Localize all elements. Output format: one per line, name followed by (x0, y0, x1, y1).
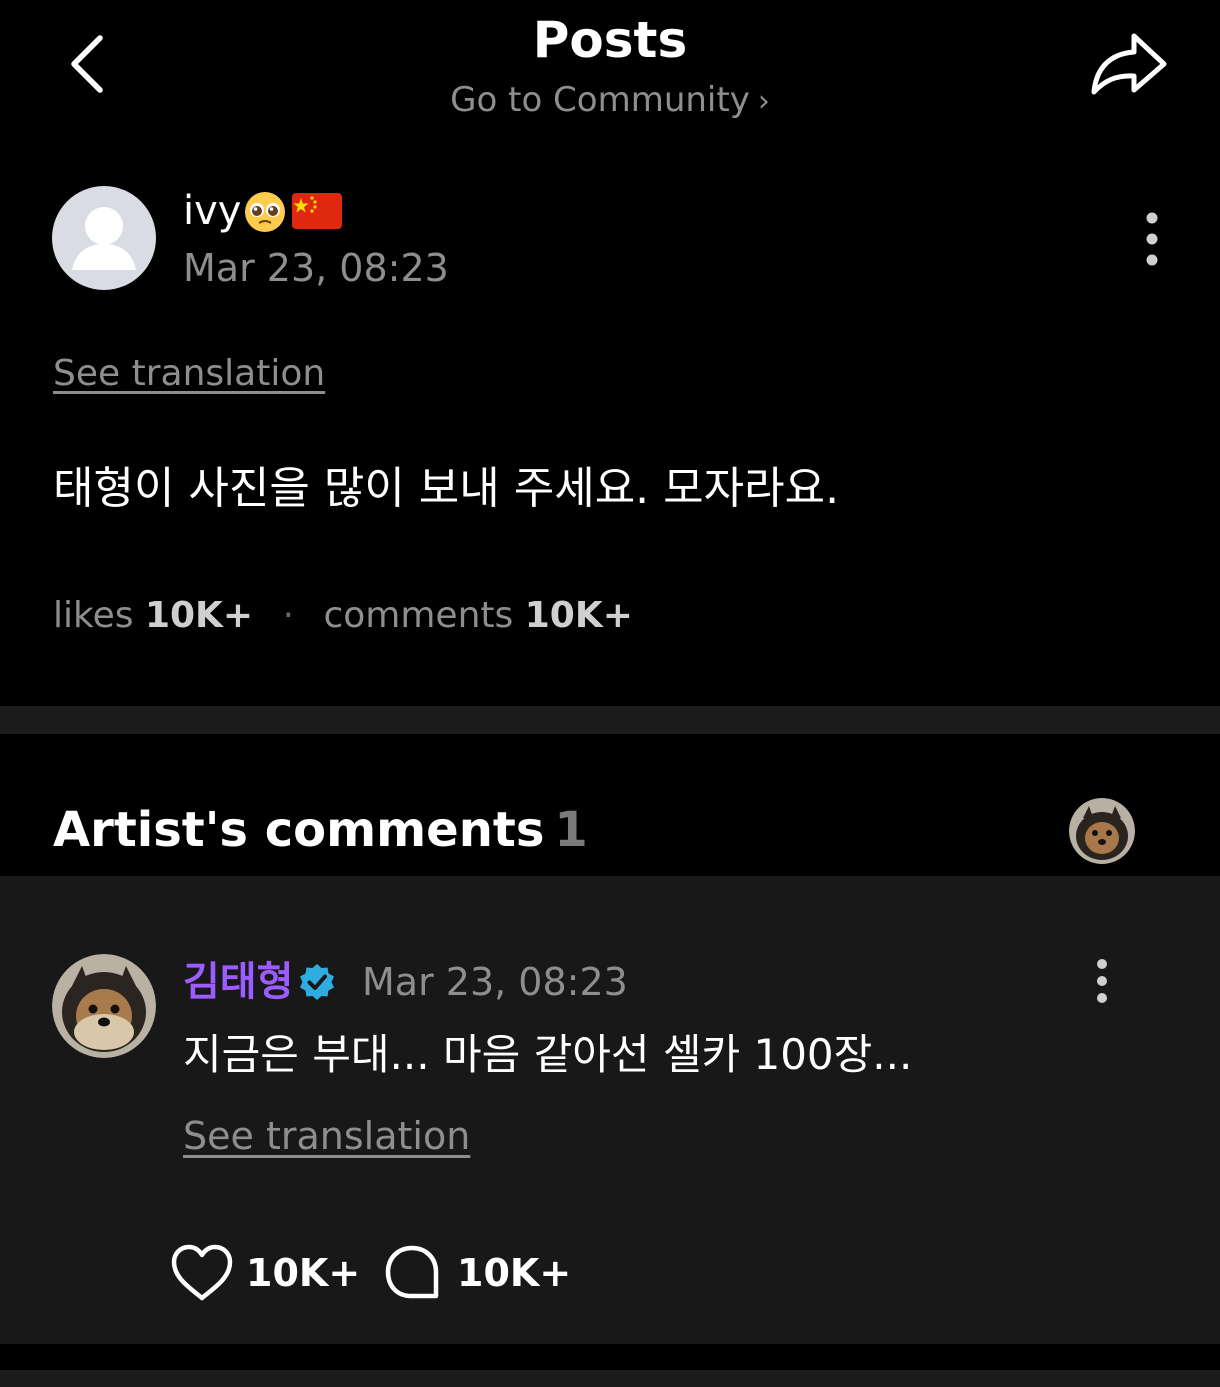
likes-count: 10K+ (144, 595, 254, 636)
pomeranian-dog-icon (1069, 798, 1135, 864)
likes-label: likes (53, 595, 134, 636)
post-timestamp: Mar 23, 08:23 (183, 246, 449, 290)
top-bar: Posts Go to Community › (0, 0, 1220, 140)
page: Posts Go to Community › ivy Mar 23, 08:2… (0, 0, 1220, 1387)
share-icon (1091, 33, 1167, 95)
vertical-dots-icon (1146, 212, 1158, 266)
heart-icon (171, 1244, 233, 1301)
separator-dot: · (282, 595, 295, 636)
artist-avatar-small[interactable] (1069, 798, 1135, 864)
vertical-dots-icon (1097, 959, 1107, 1003)
comment-reply-count: 10K+ (457, 1251, 572, 1295)
comment-timestamp: Mar 23, 08:23 (362, 960, 628, 1004)
speech-bubble-icon (385, 1245, 439, 1299)
like-button[interactable] (170, 1244, 234, 1302)
reply-button[interactable] (384, 1244, 440, 1300)
post-stats: likes 10K+ · comments 10K+ (53, 592, 633, 640)
go-to-community-link[interactable]: Go to Community › (0, 78, 1220, 124)
pleading-face-icon (245, 192, 285, 232)
section-divider (0, 706, 1220, 734)
artist-comments-label: Artist's comments (53, 802, 545, 858)
comments-label: comments (323, 595, 514, 636)
author-avatar[interactable] (52, 186, 156, 290)
china-flag-icon (292, 193, 342, 229)
default-user-icon (72, 207, 136, 270)
post-more-button[interactable] (1134, 206, 1170, 272)
page-title: Posts (532, 11, 688, 69)
comments-count: 10K+ (524, 595, 633, 636)
post-author-name[interactable]: ivy (183, 186, 241, 236)
next-section-edge (0, 1370, 1220, 1387)
pomeranian-dog-icon (52, 954, 156, 1058)
share-button[interactable] (1086, 28, 1172, 102)
section-gap (0, 1344, 1220, 1370)
chevron-right-icon: › (757, 84, 770, 119)
comment-see-translation-link[interactable]: See translation (183, 1112, 470, 1160)
artist-avatar[interactable] (52, 954, 156, 1058)
comment-more-button[interactable] (1084, 958, 1120, 1004)
post-see-translation-link[interactable]: See translation (53, 350, 325, 398)
comment-body: 지금은 부대... 마음 같아선 셀카 100장... (183, 1030, 913, 1079)
artist-name[interactable]: 김태형 (183, 956, 293, 1008)
artist-comments-title: Artist's comments 1 (53, 800, 588, 860)
artist-comments-count: 1 (554, 802, 588, 858)
comment-like-count: 10K+ (246, 1251, 361, 1295)
verified-badge-icon (300, 964, 334, 1000)
go-to-community-label: Go to Community (450, 80, 750, 120)
post-body: 태형이 사진을 많이 보내 주세요. 모자라요. (53, 463, 840, 514)
